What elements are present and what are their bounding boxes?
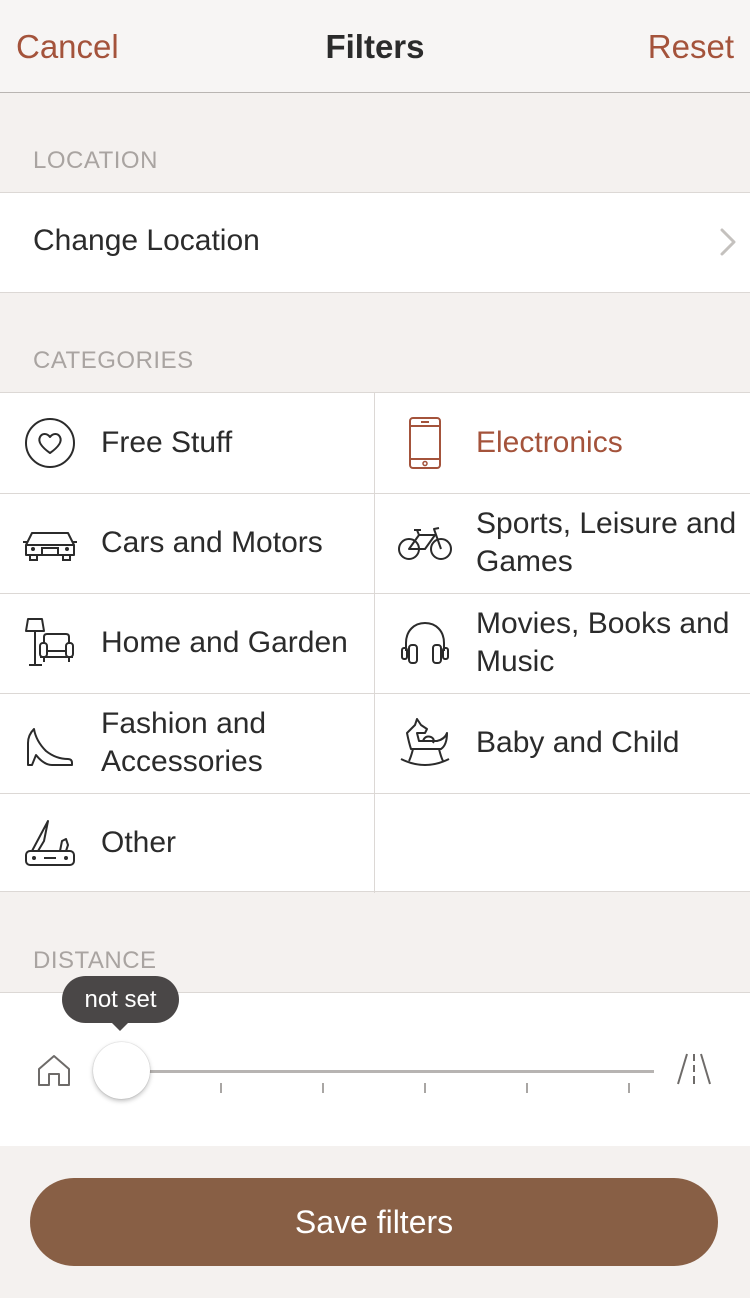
category-label: Home and Garden bbox=[101, 626, 348, 659]
category-label: Movies, Books and Music bbox=[476, 607, 730, 678]
category-label: Sports, Leisure and Games bbox=[476, 507, 737, 578]
rocking-horse-icon bbox=[400, 718, 450, 766]
swiss-knife-icon bbox=[25, 820, 75, 866]
category-label: Baby and Child bbox=[476, 726, 680, 759]
category-baby-and-child[interactable]: Baby and Child bbox=[375, 693, 750, 793]
lamp-armchair-icon bbox=[25, 618, 74, 666]
category-label: Electronics bbox=[476, 426, 623, 459]
bicycle-icon bbox=[398, 527, 452, 560]
car-icon bbox=[23, 532, 77, 561]
category-label: Free Stuff bbox=[101, 426, 233, 459]
location-section-header: LOCATION bbox=[33, 147, 158, 174]
distance-value-tooltip: not set bbox=[62, 976, 179, 1023]
slider-tick bbox=[220, 1083, 222, 1093]
slider-tick bbox=[322, 1083, 324, 1093]
category-label: Cars and Motors bbox=[101, 526, 323, 559]
category-free-stuff[interactable]: Free Stuff bbox=[0, 393, 375, 493]
distance-section-header: DISTANCE bbox=[33, 947, 157, 974]
distance-slider-thumb[interactable] bbox=[93, 1042, 150, 1099]
road-icon bbox=[677, 1053, 711, 1085]
category-cars-and-motors[interactable]: Cars and Motors bbox=[0, 493, 375, 593]
change-location-label: Change Location bbox=[33, 224, 260, 257]
save-filters-button[interactable]: Save filters bbox=[30, 1178, 718, 1266]
page-title: Filters bbox=[325, 28, 425, 65]
phone-icon bbox=[409, 417, 441, 469]
category-label: Fashion and Accessories bbox=[101, 707, 267, 778]
distance-slider-track[interactable] bbox=[121, 1070, 654, 1073]
tooltip-pointer bbox=[111, 1022, 129, 1031]
category-other[interactable]: Other bbox=[0, 793, 375, 893]
chevron-right-icon bbox=[720, 228, 736, 256]
category-electronics[interactable]: Electronics bbox=[375, 393, 750, 493]
home-icon bbox=[38, 1055, 70, 1086]
category-movies-books-music[interactable]: Movies, Books and Music bbox=[375, 593, 750, 693]
headphones-icon bbox=[401, 621, 449, 664]
slider-tick bbox=[424, 1083, 426, 1093]
slider-tick bbox=[526, 1083, 528, 1093]
categories-section-header: CATEGORIES bbox=[33, 347, 194, 374]
slider-tick bbox=[628, 1083, 630, 1093]
nav-bar: Cancel Filters Reset bbox=[0, 0, 750, 93]
change-location-row[interactable]: Change Location bbox=[0, 192, 750, 293]
category-sports-leisure-games[interactable]: Sports, Leisure and Games bbox=[375, 493, 750, 593]
category-fashion-and-accessories[interactable]: Fashion and Accessories bbox=[0, 693, 375, 793]
reset-button[interactable]: Reset bbox=[648, 28, 734, 66]
high-heel-icon bbox=[27, 728, 73, 766]
category-label: Other bbox=[101, 826, 177, 859]
category-home-and-garden[interactable]: Home and Garden bbox=[0, 593, 375, 693]
heart-icon bbox=[25, 418, 75, 468]
categories-grid: Free Stuff Electronics Cars and Motors S… bbox=[0, 392, 750, 893]
